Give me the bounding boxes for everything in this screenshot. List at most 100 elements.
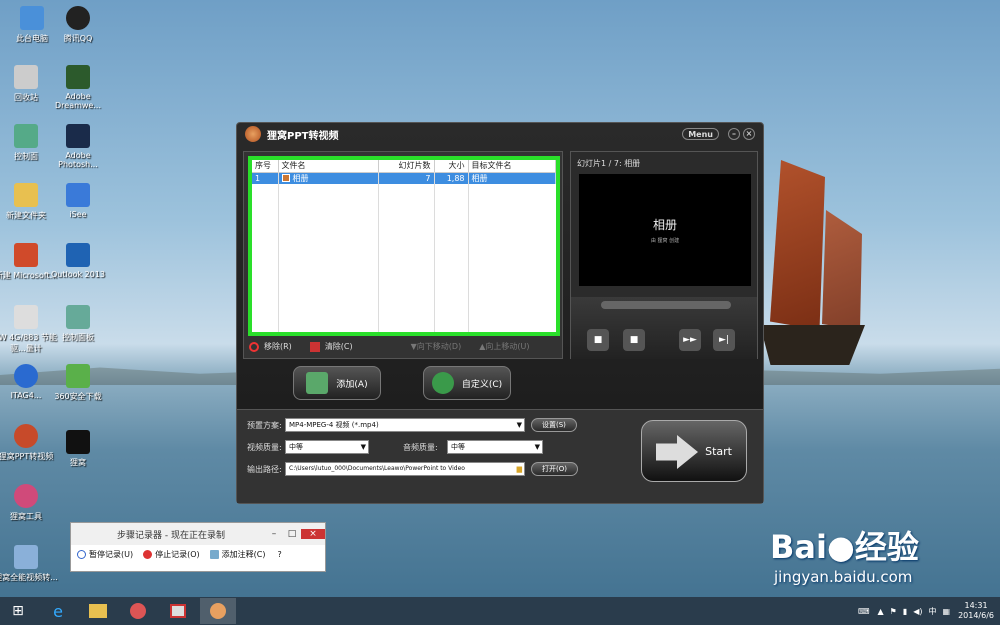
preview-slide-title: 相册 xyxy=(652,218,677,232)
clock[interactable]: 14:31 2014/6/6 xyxy=(958,601,994,621)
ime-mode-icon[interactable]: ▦ xyxy=(943,607,951,616)
ie-icon[interactable]: e xyxy=(40,598,76,624)
stop-record-button[interactable]: 停止记录(O) xyxy=(143,549,200,560)
baidu-jingyan-watermark: Bai●经验 jingyan.baidu.com xyxy=(770,528,919,586)
ppt-to-video-window: 狸窝PPT转视频 Menu – × 序号 文件名 幻灯片数 大小 目标文件名 1… xyxy=(236,122,764,504)
menu-button[interactable]: Menu xyxy=(682,128,719,140)
clear-icon xyxy=(309,341,320,352)
close-icon[interactable]: × xyxy=(301,529,325,539)
preview-slide-subtitle: 由 狸窝 创建 xyxy=(650,238,680,244)
move-down-button[interactable]: ▼ 向下移动(D) xyxy=(411,341,462,352)
col-index[interactable]: 序号 xyxy=(252,160,279,173)
cell-slides: 7 xyxy=(378,172,435,184)
add-comment-button[interactable]: 添加注释(C) xyxy=(209,549,265,560)
recorder-taskbar-icon[interactable] xyxy=(160,598,196,624)
remove-button[interactable]: 移除(R) xyxy=(249,341,292,352)
player-controls: ■ ■ ►► ►| xyxy=(571,297,757,359)
chevron-down-icon: ▼ xyxy=(516,421,522,429)
desktop-icon-qq[interactable]: 腾讯QQ xyxy=(46,6,110,44)
customize-button[interactable]: 自定义(C) xyxy=(423,366,511,400)
paw-logo-icon: ● xyxy=(826,528,855,566)
col-slides[interactable]: 幻灯片数 xyxy=(378,160,435,173)
help-icon[interactable]: ? xyxy=(277,550,281,559)
preview-screen: 相册 由 狸窝 创建 xyxy=(579,174,751,286)
pause-record-button[interactable]: 暂停记录(U) xyxy=(77,549,133,560)
clear-button[interactable]: 清除(C) xyxy=(309,341,353,352)
pause-icon[interactable]: ■ xyxy=(623,329,645,351)
output-path-field[interactable]: C:\Users\lutuo_000\Documents\Leawo\Power… xyxy=(285,462,525,476)
ime-indicator[interactable]: 中 xyxy=(929,606,937,617)
col-size[interactable]: 大小 xyxy=(434,160,469,173)
desktop-icon-control-panel-2[interactable]: 控制面板 xyxy=(46,305,110,343)
close-icon[interactable]: × xyxy=(743,128,755,140)
chevron-down-icon: ▼ xyxy=(360,443,366,451)
remove-icon xyxy=(249,341,259,352)
customize-icon xyxy=(431,372,454,394)
cell-target: 相册 xyxy=(468,172,556,184)
preset-row: 预置方案: MP4-MPEG-4 视频 (*.mp4) ▼ 设置(S) xyxy=(247,418,577,432)
add-button[interactable]: 添加(A) xyxy=(293,366,381,400)
table-row[interactable]: 1 相册 7 1,88 相册 xyxy=(252,172,556,184)
maximize-icon[interactable]: □ xyxy=(283,529,301,539)
slide-preview-panel: 幻灯片1 / 7: 相册 相册 由 狸窝 创建 ■ ■ ►► ►| xyxy=(570,151,758,359)
keyboard-icon[interactable]: ⌨ xyxy=(858,607,870,616)
desktop-icon-360[interactable]: 360安全下载 xyxy=(46,364,110,402)
cell-index: 1 xyxy=(252,172,279,184)
comment-icon xyxy=(209,550,219,559)
taskbar: ⊞ e ⌨ ▲ ⚑ ▮ ◀) 中 ▦ 14:31 2014/6/6 xyxy=(0,597,1000,625)
output-settings: 预置方案: MP4-MPEG-4 视频 (*.mp4) ▼ 设置(S) 视频质量:… xyxy=(237,409,763,503)
paint-icon[interactable] xyxy=(120,598,156,624)
desktop-icon-outlook[interactable]: Outlook 2013 xyxy=(46,243,110,279)
steps-recorder-window: 步骤记录器 - 现在正在录制 – □ × 暂停记录(U) 停止记录(O) 添加注… xyxy=(70,522,326,572)
file-list-panel: 序号 文件名 幻灯片数 大小 目标文件名 1 相册 7 1,88 相册 xyxy=(243,151,563,359)
start-arrow-icon xyxy=(656,435,698,469)
audio-quality-label: 音频质量: xyxy=(403,442,438,452)
file-explorer-icon[interactable] xyxy=(80,598,116,624)
list-actions: 移除(R) 清除(C) ▼ 向下移动(D) ▲ 向上移动(U) xyxy=(249,341,559,352)
desktop-icon-photoshop[interactable]: Adobe Photosh... xyxy=(46,124,110,169)
preview-label: 幻灯片1 / 7: 相册 xyxy=(577,159,641,168)
seek-bar[interactable] xyxy=(601,301,731,309)
network-icon[interactable]: ▮ xyxy=(903,607,907,616)
desktop-icon-leawo[interactable]: 狸窝 xyxy=(46,430,110,468)
tray-arrow-icon[interactable]: ▲ xyxy=(877,607,883,616)
minimize-icon[interactable]: – xyxy=(265,529,283,539)
ppt-thumbnail-icon xyxy=(281,174,290,183)
volume-icon[interactable]: ◀) xyxy=(913,607,922,616)
stop-icon[interactable]: ■ xyxy=(587,329,609,351)
minimize-icon[interactable]: – xyxy=(728,128,740,140)
recorder-title: 步骤记录器 - 现在正在录制 xyxy=(117,530,225,541)
junk-boat-image xyxy=(760,150,870,370)
skip-end-icon[interactable]: ►| xyxy=(713,329,735,351)
desktop-icon-leawo-tool[interactable]: 狸窝工具 xyxy=(0,484,58,522)
stop-icon xyxy=(143,550,153,559)
system-tray: ⌨ ▲ ⚑ ▮ ◀) 中 ▦ 14:31 2014/6/6 xyxy=(858,597,994,625)
video-quality-select[interactable]: 中等 ▼ xyxy=(285,440,369,454)
file-list[interactable]: 序号 文件名 幻灯片数 大小 目标文件名 1 相册 7 1,88 相册 xyxy=(248,156,560,336)
desktop-icon-isee[interactable]: iSee xyxy=(46,183,110,219)
preset-label: 预置方案: xyxy=(247,420,282,430)
window-title: 狸窝PPT转视频 xyxy=(267,130,339,142)
chevron-down-icon: ▼ xyxy=(534,443,540,451)
window-titlebar[interactable]: 狸窝PPT转视频 Menu – × xyxy=(237,123,763,145)
audio-quality-select[interactable]: 中等 ▼ xyxy=(447,440,543,454)
settings-button[interactable]: 设置(S) xyxy=(531,418,577,432)
output-row: 输出路径: C:\Users\lutuo_000\Documents\Leawo… xyxy=(247,462,578,476)
start-windows-icon[interactable]: ⊞ xyxy=(0,598,36,624)
col-filename[interactable]: 文件名 xyxy=(278,160,379,173)
video-quality-label: 视频质量: xyxy=(247,442,282,452)
move-up-button[interactable]: ▲ 向上移动(U) xyxy=(479,341,529,352)
desktop-icon-leawo-video[interactable]: 狸窝全能视频转... xyxy=(0,545,58,583)
fast-forward-icon[interactable]: ►► xyxy=(679,329,701,351)
open-button[interactable]: 打开(O) xyxy=(531,462,578,476)
preset-select[interactable]: MP4-MPEG-4 视频 (*.mp4) ▼ xyxy=(285,418,525,432)
desktop-icon-dreamweaver[interactable]: Adobe Dreamwe... xyxy=(46,65,110,110)
recorder-actions: 暂停记录(U) 停止记录(O) 添加注释(C) ? xyxy=(71,545,325,564)
col-target[interactable]: 目标文件名 xyxy=(468,160,556,173)
leawo-taskbar-icon[interactable] xyxy=(200,598,236,624)
recorder-titlebar[interactable]: 步骤记录器 - 现在正在录制 – □ × xyxy=(71,523,325,545)
start-button[interactable]: Start xyxy=(641,420,747,482)
flag-icon[interactable]: ⚑ xyxy=(890,607,897,616)
cell-filename: 相册 xyxy=(278,172,379,184)
pause-icon xyxy=(77,550,86,559)
